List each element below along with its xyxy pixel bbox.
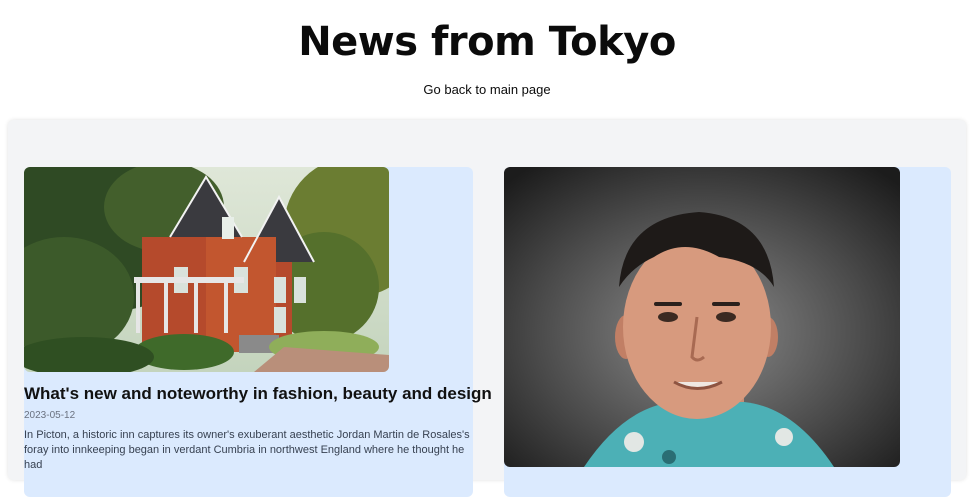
article-title[interactable]: What's new and noteworthy in fashion, be… <box>24 383 492 405</box>
article-card[interactable]: What's new and noteworthy in fashion, be… <box>24 167 492 497</box>
article-card[interactable] <box>504 167 951 497</box>
article-excerpt: In Picton, a historic inn captures its o… <box>24 429 470 471</box>
article-date: 2023-05-12 <box>24 410 76 421</box>
back-to-main-link[interactable]: Go back to main page <box>0 82 974 98</box>
page-title: News from Tokyo <box>298 19 676 65</box>
article-image[interactable] <box>504 167 900 467</box>
article-image[interactable] <box>24 167 389 372</box>
page-header: News from Tokyo Go back to main page <box>0 0 974 120</box>
articles-panel: What's new and noteworthy in fashion, be… <box>8 120 966 497</box>
